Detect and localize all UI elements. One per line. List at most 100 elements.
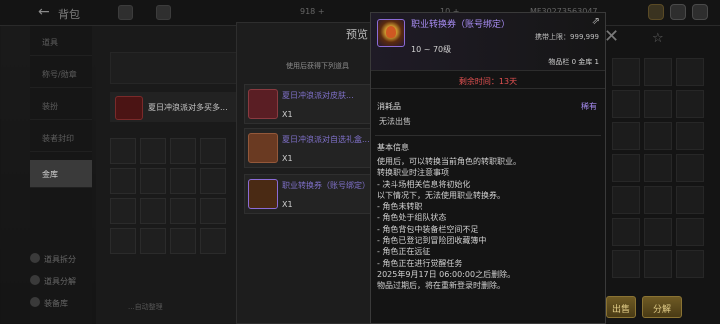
sidebar-item-items[interactable]: 道具	[30, 28, 92, 56]
storage-count: 物品栏 0 金库 1	[548, 58, 599, 66]
vault-slot[interactable]	[612, 186, 640, 214]
description-line: 2025年9月17日 06:00:00之后删除。	[377, 269, 516, 279]
reward-count: X1	[282, 200, 293, 209]
inventory-slot[interactable]	[200, 198, 226, 224]
vault-slot[interactable]	[676, 154, 704, 182]
description-line: - 角色正在进行觉醒任务	[377, 258, 463, 268]
hamburger-menu-icon[interactable]	[692, 4, 708, 20]
vault-slot[interactable]	[612, 122, 640, 150]
reward-name: 夏日冲浪派对自选礼盒...	[282, 135, 370, 144]
vault-slot[interactable]	[612, 58, 640, 86]
vault-slot[interactable]	[676, 186, 704, 214]
inventory-grid	[110, 138, 226, 254]
vault-slot[interactable]	[644, 154, 672, 182]
description-line: 转换职业时注意事项	[377, 168, 449, 178]
carry-limit: 携带上限：999,999	[535, 33, 599, 41]
reward-name: 夏日冲浪派对皮肤...	[282, 91, 354, 100]
back-arrow-icon[interactable]: ←	[38, 4, 50, 20]
item-disassemble-button[interactable]: 道具分解	[30, 275, 76, 287]
inventory-slot[interactable]	[200, 168, 226, 194]
preview-title: 预览	[346, 28, 368, 41]
inventory-slot[interactable]	[140, 198, 166, 224]
vault-slot[interactable]	[676, 58, 704, 86]
close-icon[interactable]: ✕	[604, 26, 619, 47]
share-icon[interactable]: ⇗	[592, 16, 600, 27]
vault-slot[interactable]	[676, 218, 704, 246]
skin-box-icon	[248, 89, 278, 119]
vault-slot[interactable]	[612, 154, 640, 182]
inventory-slot[interactable]	[140, 228, 166, 254]
disassemble-button[interactable]: 分解	[642, 296, 682, 318]
vault-slot[interactable]	[612, 218, 640, 246]
item-rarity: 稀有	[581, 102, 597, 111]
event-item-name: 夏日冲浪派对多买多...	[148, 103, 228, 112]
page-title: 背包	[58, 8, 80, 21]
item-category: 消耗品	[377, 102, 401, 111]
vault-slot[interactable]	[612, 250, 640, 278]
inventory-slot[interactable]	[110, 228, 136, 254]
vault-slot[interactable]	[644, 250, 672, 278]
sidebar-item-vault[interactable]: 金库	[30, 160, 92, 188]
vault-slot[interactable]	[676, 122, 704, 150]
description-line: - 角色未转职	[377, 202, 423, 212]
divider	[375, 135, 601, 136]
inventory-slot[interactable]	[170, 198, 196, 224]
inventory-slot[interactable]	[110, 138, 136, 164]
trade-restriction: 无法出售	[379, 117, 411, 126]
inventory-row	[110, 52, 250, 84]
vault-grid	[612, 58, 704, 278]
inventory-slot[interactable]	[170, 168, 196, 194]
vault-slot[interactable]	[644, 58, 672, 86]
class-change-ticket-icon	[377, 19, 405, 47]
basic-info-title: 基本信息	[377, 143, 409, 152]
vault-slot[interactable]	[612, 90, 640, 118]
vault-slot[interactable]	[644, 122, 672, 150]
description-line: - 角色处于组队状态	[377, 213, 447, 223]
vault-slot[interactable]	[644, 90, 672, 118]
sidebar-item-titles[interactable]: 称号/勋章	[30, 60, 92, 88]
inventory-slot[interactable]	[110, 168, 136, 194]
level-range: 10 ~ 70级	[411, 45, 452, 54]
class-change-ticket-icon	[248, 179, 278, 209]
item-description: 使用后，可以转换当前角色的转职职业。 转换职业时注意事项 - 决斗场相关信息将初…	[377, 156, 603, 292]
description-line: - 角色背包中装备栏空间不足	[377, 224, 479, 234]
item-tooltip: 职业转换券（账号绑定） ⇗ 携带上限：999,999 10 ~ 70级 物品栏 …	[370, 12, 606, 324]
mail-icon[interactable]	[670, 4, 686, 20]
sidebar-item-seal[interactable]: 装者封印	[30, 124, 92, 152]
description-line: - 决斗场相关信息将初始化	[377, 179, 471, 189]
gold-icon[interactable]	[648, 4, 664, 20]
auto-sort-hint[interactable]: ...自动整理	[128, 302, 163, 312]
description-line: 物品过期后，将在重新登录时删除。	[377, 281, 505, 291]
preview-subtitle: 使用后获得下列道具	[286, 62, 349, 70]
gift-box-icon	[115, 96, 143, 120]
currency-count-1: 918 +	[300, 7, 325, 16]
topbar-right-icons	[648, 4, 708, 20]
inventory-slot[interactable]	[170, 228, 196, 254]
description-line: - 角色正在远征	[377, 247, 431, 257]
description-line: - 角色已登记到冒险团收藏簿中	[377, 236, 487, 246]
sell-button[interactable]: 出售	[606, 296, 636, 318]
item-split-button[interactable]: 道具拆分	[30, 253, 76, 265]
inventory-slot[interactable]	[140, 168, 166, 194]
description-line: 使用后，可以转换当前角色的转职职业。	[377, 157, 521, 166]
description-line: 以下情况下，无法使用职业转换券。	[377, 190, 505, 200]
reward-count: X1	[282, 110, 293, 119]
reward-count: X1	[282, 154, 293, 163]
inventory-slot[interactable]	[110, 198, 136, 224]
menu-icon[interactable]	[118, 5, 133, 20]
inventory-slot[interactable]	[200, 228, 226, 254]
tooltip-header: 职业转换券（账号绑定） ⇗ 携带上限：999,999 10 ~ 70级 物品栏 …	[371, 13, 605, 71]
item-name: 职业转换券（账号绑定）	[411, 20, 511, 30]
equipment-storage-button[interactable]: 装备库	[30, 297, 68, 309]
vault-slot[interactable]	[644, 186, 672, 214]
inventory-slot[interactable]	[200, 138, 226, 164]
inventory-slot[interactable]	[170, 138, 196, 164]
vault-slot[interactable]	[644, 218, 672, 246]
reward-name: 职业转换券（账号绑定）	[282, 181, 370, 190]
inventory-slot[interactable]	[140, 138, 166, 164]
star-icon[interactable]: ☆	[652, 31, 664, 46]
settings-icon[interactable]	[156, 5, 171, 20]
vault-slot[interactable]	[676, 90, 704, 118]
sidebar-item-avatar[interactable]: 装扮	[30, 92, 92, 120]
vault-slot[interactable]	[676, 250, 704, 278]
